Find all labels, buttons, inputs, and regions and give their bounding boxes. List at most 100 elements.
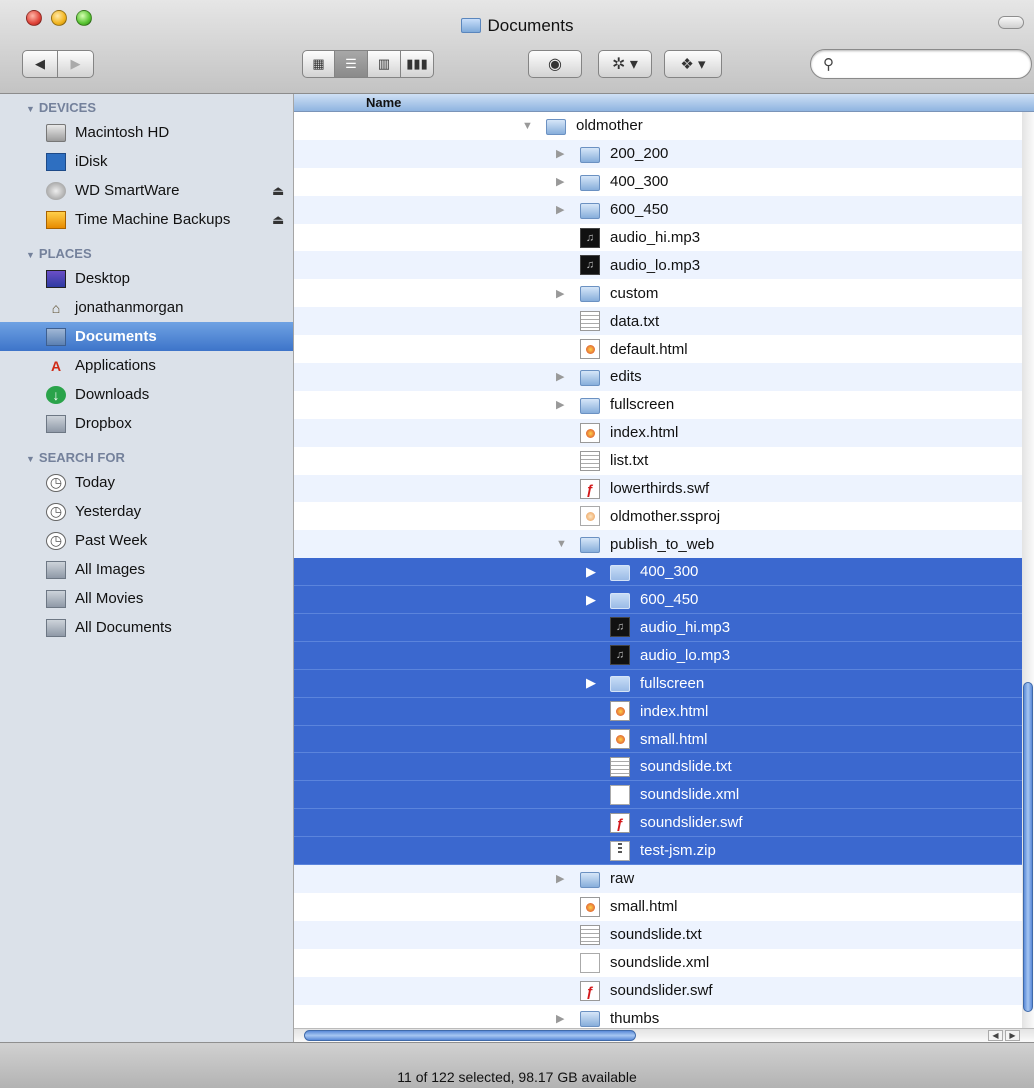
file-row[interactable]: soundslide.xml: [294, 949, 1034, 977]
scroll-left-icon[interactable]: ◀: [988, 1030, 1003, 1041]
file-row[interactable]: ƒ lowerthirds.swf: [294, 474, 1034, 503]
vertical-scrollbar[interactable]: [1022, 112, 1034, 1028]
file-row[interactable]: ▶ custom: [294, 279, 1034, 307]
file-row[interactable]: index.html: [294, 697, 1034, 726]
nav-buttons: ◀ ▶: [22, 50, 94, 78]
file-row[interactable]: ♫ audio_lo.mp3: [294, 641, 1034, 670]
sidebar-item-past-week[interactable]: ◷ Past Week: [0, 526, 293, 555]
back-button[interactable]: ◀: [22, 50, 58, 78]
sidebar-item-documents[interactable]: Documents: [0, 322, 293, 351]
file-row[interactable]: ▶ fullscreen: [294, 669, 1034, 698]
sidebar-item-idisk[interactable]: iDisk: [0, 147, 293, 176]
column-header-name[interactable]: Name: [294, 94, 1034, 112]
file-row[interactable]: test-jsm.zip: [294, 837, 1034, 866]
window-title-text: Documents: [487, 16, 574, 35]
file-row[interactable]: ▶ 600_450: [294, 586, 1034, 615]
disclosure-closed-icon[interactable]: ▶: [586, 592, 596, 608]
search-field[interactable]: ⚲: [810, 49, 1032, 79]
sidebar-item-label: Time Machine Backups: [75, 211, 231, 228]
file-name: raw: [610, 870, 635, 888]
file-row[interactable]: ▶ 400_300: [294, 168, 1034, 196]
file-row[interactable]: ▶ 600_450: [294, 195, 1034, 224]
sidebar-section-devices[interactable]: ▼ DEVICES: [0, 94, 293, 118]
file-row[interactable]: ▶ 400_300: [294, 558, 1034, 587]
sidebar-item-home[interactable]: ⌂ jonathanmorgan: [0, 293, 293, 322]
column-view-button[interactable]: ▥: [368, 50, 401, 78]
documents-folder-icon: [46, 327, 66, 346]
disclosure-closed-icon[interactable]: ▶: [556, 147, 564, 160]
file-row[interactable]: soundslide.txt: [294, 753, 1034, 782]
file-row[interactable]: list.txt: [294, 447, 1034, 475]
file-row[interactable]: soundslide.txt: [294, 920, 1034, 949]
file-row[interactable]: ƒ soundslider.swf: [294, 809, 1034, 838]
file-row[interactable]: ƒ soundslider.swf: [294, 976, 1034, 1005]
disclosure-closed-icon[interactable]: ▶: [556, 398, 564, 411]
sidebar-section-search-for[interactable]: ▼ SEARCH FOR: [0, 444, 293, 468]
toolbar-toggle-button[interactable]: [998, 16, 1024, 29]
disclosure-closed-icon[interactable]: ▶: [556, 1012, 564, 1025]
sidebar-item-all-movies[interactable]: All Movies: [0, 584, 293, 613]
file-name: publish_to_web: [610, 535, 715, 553]
sidebar-item-yesterday[interactable]: ◷ Yesterday: [0, 497, 293, 526]
quicklook-button[interactable]: ◉: [528, 50, 582, 78]
disclosure-closed-icon[interactable]: ▶: [586, 564, 596, 580]
file-row[interactable]: ♫ audio_hi.mp3: [294, 614, 1034, 642]
vertical-scroll-thumb[interactable]: [1023, 682, 1033, 1012]
sidebar-item-all-documents[interactable]: All Documents: [0, 613, 293, 642]
eject-icon[interactable]: ⏏: [272, 212, 284, 228]
dropbox-menu-button[interactable]: ❖ ▾: [664, 50, 722, 78]
file-row[interactable]: ♫ audio_hi.mp3: [294, 224, 1034, 252]
file-row[interactable]: index.html: [294, 418, 1034, 447]
file-row[interactable]: ▶ 200_200: [294, 139, 1034, 168]
file-row[interactable]: ▶ raw: [294, 865, 1034, 893]
title-bar: Documents ◀ ▶ ▦ ☰ ▥ ▮▮▮ ◉ ✲ ▾ ❖ ▾ ⚲: [0, 0, 1034, 94]
file-name: 600_450: [610, 201, 669, 219]
icon-view-button[interactable]: ▦: [302, 50, 335, 78]
file-row[interactable]: ♫ audio_lo.mp3: [294, 251, 1034, 280]
file-row[interactable]: ▼ oldmother: [294, 112, 1034, 140]
text-file-icon: [580, 924, 600, 945]
disclosure-closed-icon[interactable]: ▶: [556, 175, 564, 188]
sidebar-item-desktop[interactable]: Desktop: [0, 264, 293, 293]
sidebar-item-macintosh-hd[interactable]: Macintosh HD: [0, 118, 293, 147]
file-row[interactable]: default.html: [294, 335, 1034, 363]
sidebar-item-downloads[interactable]: ↓ Downloads: [0, 380, 293, 409]
file-list: Name ▼ oldmother ▶ 200_200 ▶ 400_300 ▶ 600_450 ♫…: [294, 94, 1034, 1042]
gear-icon: ✲ ▾: [612, 56, 638, 73]
cover-flow-button[interactable]: ▮▮▮: [401, 50, 434, 78]
file-row[interactable]: small.html: [294, 893, 1034, 921]
sidebar-item-wd-smartware[interactable]: WD SmartWare ⏏: [0, 176, 293, 205]
sidebar-item-applications[interactable]: A Applications: [0, 351, 293, 380]
file-row[interactable]: oldmother.ssproj: [294, 502, 1034, 530]
sidebar-item-time-machine[interactable]: Time Machine Backups ⏏: [0, 205, 293, 234]
disclosure-closed-icon[interactable]: ▶: [556, 287, 564, 300]
sidebar-item-dropbox[interactable]: Dropbox: [0, 409, 293, 438]
disclosure-closed-icon[interactable]: ▶: [586, 675, 596, 691]
horizontal-scrollbar[interactable]: ◀ ▶: [294, 1028, 1034, 1042]
file-row[interactable]: data.txt: [294, 307, 1034, 336]
sidebar-item-all-images[interactable]: All Images: [0, 555, 293, 584]
file-row[interactable]: ▼ publish_to_web: [294, 530, 1034, 559]
sidebar-section-places[interactable]: ▼ PLACES: [0, 240, 293, 264]
forward-button[interactable]: ▶: [58, 50, 94, 78]
smart-folder-icon: [46, 618, 66, 637]
chevron-right-icon: ▶: [70, 56, 81, 71]
disclosure-closed-icon[interactable]: ▶: [556, 370, 564, 383]
html-file-icon: [580, 422, 600, 443]
disclosure-closed-icon[interactable]: ▶: [556, 203, 564, 216]
file-row[interactable]: ▶ fullscreen: [294, 391, 1034, 419]
list-view-button[interactable]: ☰: [335, 50, 368, 78]
eject-icon[interactable]: ⏏: [272, 183, 284, 199]
file-row[interactable]: soundslide.xml: [294, 781, 1034, 810]
disclosure-closed-icon[interactable]: ▶: [556, 872, 564, 885]
folder-icon: [580, 174, 600, 191]
horizontal-scroll-thumb[interactable]: [304, 1030, 636, 1041]
file-row[interactable]: ▶ edits: [294, 363, 1034, 391]
search-input[interactable]: [843, 54, 1013, 74]
file-row[interactable]: small.html: [294, 725, 1034, 754]
scroll-right-icon[interactable]: ▶: [1005, 1030, 1020, 1041]
action-menu-button[interactable]: ✲ ▾: [598, 50, 652, 78]
sidebar-item-today[interactable]: ◷ Today: [0, 468, 293, 497]
disclosure-open-icon[interactable]: ▼: [556, 538, 567, 550]
disclosure-open-icon[interactable]: ▼: [522, 120, 533, 132]
